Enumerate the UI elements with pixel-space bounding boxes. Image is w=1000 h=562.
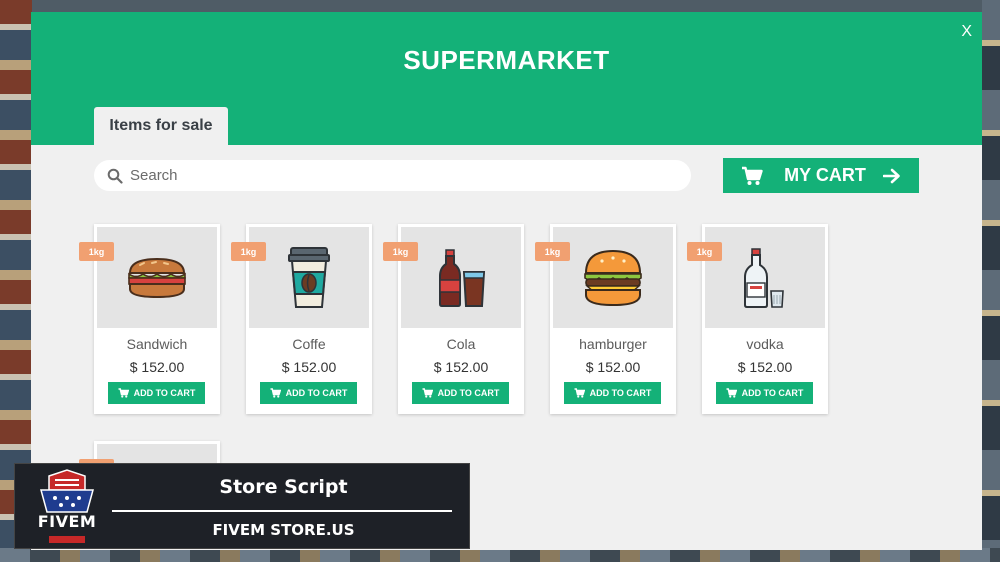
add-to-cart-button[interactable]: ADD TO CART (412, 382, 509, 404)
hamburger-icon (584, 249, 642, 306)
product-name: Cola (446, 336, 476, 352)
coffee-cup-icon (288, 246, 330, 308)
add-to-cart-button[interactable]: ADD TO CART (716, 382, 813, 404)
search-bar[interactable] (94, 160, 691, 191)
add-to-cart-button[interactable]: ADD TO CART (564, 382, 661, 404)
product-name: hamburger (579, 336, 647, 352)
vodka-icon (744, 247, 784, 308)
product-image (553, 227, 673, 328)
product-price: $ 152.00 (129, 359, 185, 375)
cola-icon (439, 248, 486, 307)
search-input[interactable] (130, 167, 670, 184)
add-to-cart-label: ADD TO CART (285, 388, 348, 398)
add-to-cart-label: ADD TO CART (133, 388, 196, 398)
weight-badge: 1kg (231, 242, 266, 261)
product-card: 1kg vodka $ 152.00 ADD TO CART (687, 224, 828, 414)
banner-divider (112, 510, 452, 512)
add-to-cart-label: ADD TO CART (741, 388, 804, 398)
background-floor (0, 548, 1000, 562)
product-card: 1kg Coffe $ 152.00 ADD TO CART (231, 224, 372, 414)
product-name: vodka (746, 336, 784, 352)
product-card: 1kg hamburger $ 152.00 ADD TO CART (535, 224, 676, 414)
sandwich-icon (128, 257, 186, 298)
product-card: 1kg Sandwich $ 152.00 ADD TO CART (79, 224, 220, 414)
product-name: Coffe (292, 336, 326, 352)
logo-text: FIVEM (37, 512, 97, 531)
background-top (0, 0, 1000, 12)
add-to-cart-button[interactable]: ADD TO CART (260, 382, 357, 404)
store-title: SUPERMARKET (403, 45, 610, 75)
store-script-banner: FIVEM Store Script FIVEM STORE.US (14, 463, 470, 549)
product-image (401, 227, 521, 328)
product-image (97, 227, 217, 328)
add-to-cart-label: ADD TO CART (589, 388, 652, 398)
add-to-cart-label: ADD TO CART (437, 388, 500, 398)
product-image (705, 227, 825, 328)
banner-site: FIVEM STORE.US (212, 521, 355, 539)
background-shelf-right (982, 0, 1000, 562)
product-price: $ 152.00 (281, 359, 337, 375)
weight-badge: 1kg (535, 242, 570, 261)
close-button[interactable]: X (961, 24, 972, 40)
cart-icon (574, 388, 585, 398)
product-price: $ 152.00 (433, 359, 489, 375)
fivem-logo-icon (40, 469, 94, 543)
cart-icon (270, 388, 281, 398)
product-name: Sandwich (126, 336, 188, 352)
weight-badge: 1kg (687, 242, 722, 261)
weight-badge: 1kg (79, 242, 114, 261)
product-price: $ 152.00 (737, 359, 793, 375)
my-cart-label: MY CART (784, 165, 866, 185)
product-image (249, 227, 369, 328)
product-card: 1kg Cola $ 152.00 ADD TO CART (383, 224, 524, 414)
product-price: $ 152.00 (585, 359, 641, 375)
arrow-right-icon (883, 168, 901, 184)
banner-heading: Store Script (219, 476, 348, 498)
cart-icon (422, 388, 433, 398)
store-header: SUPERMARKET X Items for sale (31, 12, 982, 145)
tab-items-for-sale[interactable]: Items for sale (94, 107, 228, 145)
shopping-cart-icon (741, 166, 763, 186)
my-cart-button[interactable]: MY CART (723, 158, 919, 193)
cart-icon (726, 388, 737, 398)
add-to-cart-button[interactable]: ADD TO CART (108, 382, 205, 404)
search-icon (107, 168, 123, 184)
cart-icon (118, 388, 129, 398)
weight-badge: 1kg (383, 242, 418, 261)
